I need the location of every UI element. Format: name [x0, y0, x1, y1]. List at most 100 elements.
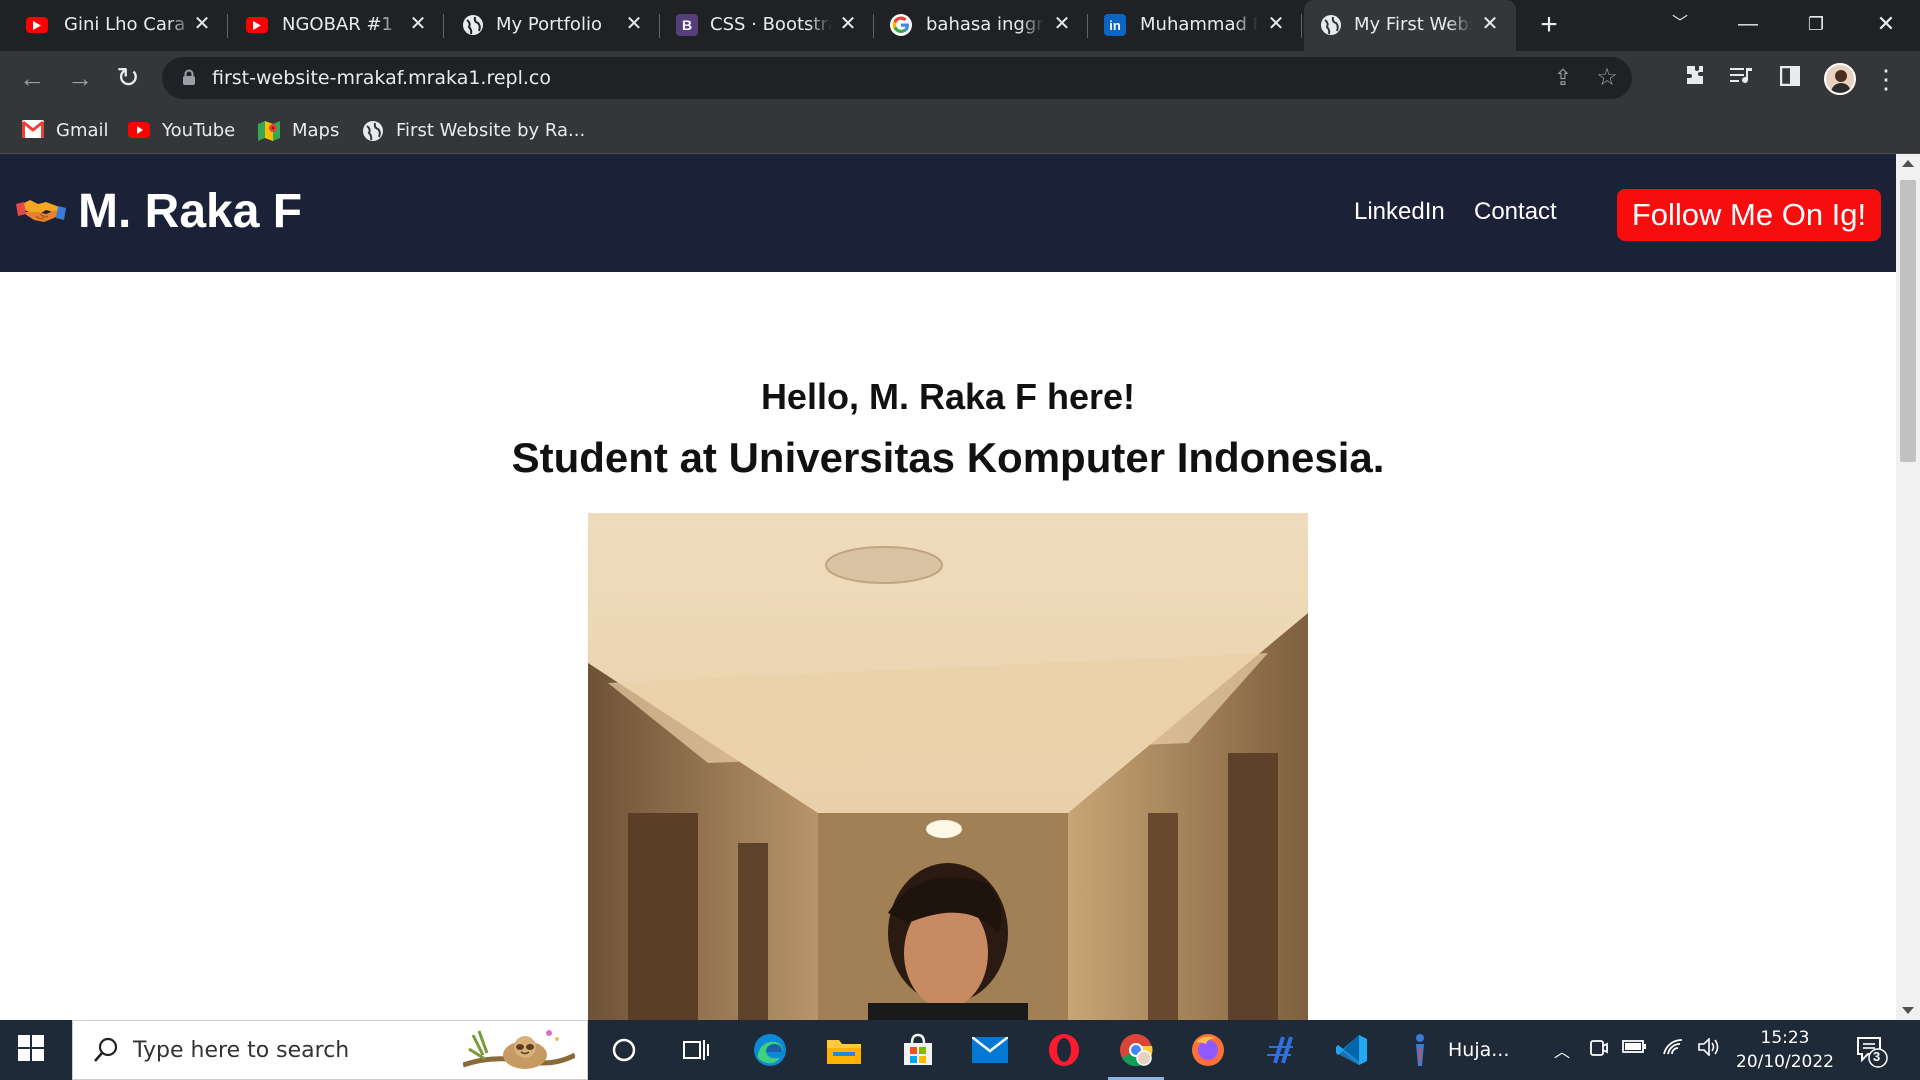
- tab-bootstrap[interactable]: B CSS · Bootstrap ✕: [660, 0, 874, 51]
- handshake-icon: [16, 192, 66, 232]
- forward-button[interactable]: →: [64, 63, 96, 95]
- app-slashes-icon[interactable]: [1260, 1030, 1300, 1070]
- tab-title: NGOBAR #1 : N: [282, 14, 402, 35]
- wifi-icon[interactable]: [1662, 1038, 1684, 1061]
- tab-youtube-1[interactable]: Gini Lho Cara B ✕: [0, 0, 228, 51]
- close-icon[interactable]: ✕: [836, 12, 860, 36]
- system-clock[interactable]: 15:23 20/10/2022: [1730, 1026, 1840, 1074]
- search-highlight-illustration: [462, 1025, 577, 1077]
- bookmark-label: Gmail: [56, 119, 109, 141]
- gmail-icon: [22, 120, 44, 140]
- edge-icon[interactable]: [750, 1030, 790, 1070]
- tab-search-icon[interactable]: ﹀: [1660, 8, 1700, 40]
- tab-title: CSS · Bootstrap: [710, 14, 832, 35]
- close-window-button[interactable]: ✕: [1866, 8, 1906, 40]
- close-icon[interactable]: ✕: [1050, 12, 1074, 36]
- page-viewport: M. Raka F LinkedIn Contact Follow Me On …: [0, 154, 1896, 1020]
- google-icon: [890, 14, 912, 36]
- extensions-icon[interactable]: [1678, 63, 1710, 95]
- meet-now-icon[interactable]: [1590, 1038, 1608, 1063]
- tab-separator: [1301, 14, 1302, 38]
- mail-icon[interactable]: [970, 1030, 1010, 1070]
- lock-icon[interactable]: [182, 69, 196, 85]
- battery-icon[interactable]: [1622, 1038, 1648, 1059]
- youtube-icon: [26, 17, 48, 33]
- close-icon[interactable]: ✕: [190, 12, 214, 36]
- youtube-icon: [128, 120, 150, 140]
- taskbar-search[interactable]: Type here to search: [72, 1020, 588, 1080]
- cortana-icon[interactable]: [604, 1030, 644, 1070]
- follow-instagram-button[interactable]: Follow Me On Ig!: [1617, 189, 1881, 241]
- scrollbar-thumb[interactable]: [1900, 180, 1916, 462]
- reload-button[interactable]: ↻: [112, 63, 144, 95]
- bookmark-label: YouTube: [162, 119, 236, 141]
- bookmark-first-website[interactable]: First Website by Ra...: [362, 118, 585, 142]
- tab-my-portfolio[interactable]: My Portfolio ✕: [444, 0, 660, 51]
- tab-youtube-2[interactable]: NGOBAR #1 : N ✕: [228, 0, 444, 51]
- close-icon[interactable]: ✕: [406, 12, 430, 36]
- tab-my-first-website[interactable]: My First Websi ✕: [1304, 0, 1516, 51]
- youtube-icon: [246, 17, 268, 33]
- bookmark-maps[interactable]: Maps: [258, 118, 339, 142]
- tab-title: bahasa inggris: [926, 14, 1044, 35]
- new-tab-button[interactable]: +: [1534, 10, 1564, 40]
- profile-avatar[interactable]: [1824, 63, 1856, 95]
- globe-icon: [362, 120, 384, 141]
- address-bar[interactable]: first-website-mrakaf.mraka1.repl.co ⇪ ☆: [162, 57, 1632, 99]
- microsoft-store-icon[interactable]: [898, 1030, 938, 1070]
- bookmark-gmail[interactable]: Gmail: [22, 118, 109, 142]
- task-view-icon[interactable]: [676, 1030, 716, 1070]
- close-icon[interactable]: ✕: [1264, 12, 1288, 36]
- firefox-icon[interactable]: [1188, 1030, 1228, 1070]
- minimize-button[interactable]: —: [1728, 8, 1768, 40]
- bookmarks-bar: Gmail YouTube Maps First Website by Ra..…: [0, 106, 1920, 154]
- search-placeholder: Type here to search: [133, 1038, 350, 1063]
- bookmark-label: First Website by Ra...: [396, 119, 586, 141]
- nav-link-linkedin[interactable]: LinkedIn: [1354, 198, 1445, 226]
- side-panel-icon[interactable]: [1774, 63, 1806, 95]
- browser-toolbar: ← → ↻ first-website-mrakaf.mraka1.repl.c…: [0, 51, 1920, 106]
- tab-title: Gini Lho Cara B: [64, 14, 194, 35]
- profile-photo: [588, 513, 1308, 1020]
- hero-subtitle: Student at Universitas Komputer Indonesi…: [511, 434, 1385, 481]
- scroll-up-icon[interactable]: [1902, 160, 1914, 167]
- maps-icon: [258, 120, 280, 141]
- close-icon[interactable]: ✕: [622, 12, 646, 36]
- tab-strip: Gini Lho Cara B ✕ NGOBAR #1 : N ✕ My Por…: [0, 0, 1920, 51]
- tab-title: Muhammad Ra: [1140, 14, 1258, 35]
- chrome-icon[interactable]: [1108, 1030, 1164, 1080]
- file-explorer-icon[interactable]: [824, 1030, 864, 1070]
- close-icon[interactable]: ✕: [1478, 12, 1502, 36]
- menu-kebab-icon[interactable]: ⋮: [1870, 63, 1902, 95]
- volume-icon[interactable]: [1698, 1037, 1720, 1061]
- windows-taskbar: Type here to search Huja... ︿ 15:23 20/1…: [0, 1020, 1920, 1080]
- bookmark-label: Maps: [292, 119, 340, 141]
- hero-greeting: Hello, M. Raka F here!: [760, 376, 1136, 417]
- clock-time: 15:23: [1760, 1028, 1810, 1048]
- opera-icon[interactable]: [1044, 1030, 1084, 1070]
- bookmark-star-icon[interactable]: ☆: [1594, 65, 1620, 91]
- url-text[interactable]: first-website-mrakaf.mraka1.repl.co: [212, 67, 551, 89]
- running-app-label: Huja...: [1448, 1039, 1510, 1061]
- notification-center-icon[interactable]: 3: [1854, 1034, 1888, 1068]
- media-control-icon[interactable]: [1726, 63, 1758, 95]
- running-app-icon[interactable]: Huja...: [1408, 1030, 1518, 1070]
- scroll-down-icon[interactable]: [1902, 1007, 1914, 1014]
- share-icon[interactable]: ⇪: [1550, 65, 1576, 91]
- tab-google-search[interactable]: bahasa inggris ✕: [874, 0, 1088, 51]
- show-hidden-icons-icon[interactable]: ︿: [1554, 1038, 1570, 1062]
- windows-start-icon[interactable]: [18, 1035, 48, 1065]
- search-icon: [93, 1037, 121, 1065]
- globe-icon: [1320, 14, 1342, 36]
- vscode-icon[interactable]: [1332, 1030, 1372, 1070]
- back-button[interactable]: ←: [16, 63, 48, 95]
- bookmark-youtube[interactable]: YouTube: [128, 118, 235, 142]
- nav-link-contact[interactable]: Contact: [1474, 198, 1557, 226]
- tab-title: My Portfolio: [496, 14, 602, 35]
- linkedin-icon: in: [1104, 14, 1126, 36]
- page-scrollbar[interactable]: [1896, 154, 1920, 1020]
- restore-button[interactable]: ❐: [1796, 8, 1836, 40]
- tab-linkedin[interactable]: in Muhammad Ra ✕: [1088, 0, 1302, 51]
- site-brand[interactable]: M. Raka F: [16, 184, 302, 239]
- bootstrap-icon: B: [676, 14, 698, 36]
